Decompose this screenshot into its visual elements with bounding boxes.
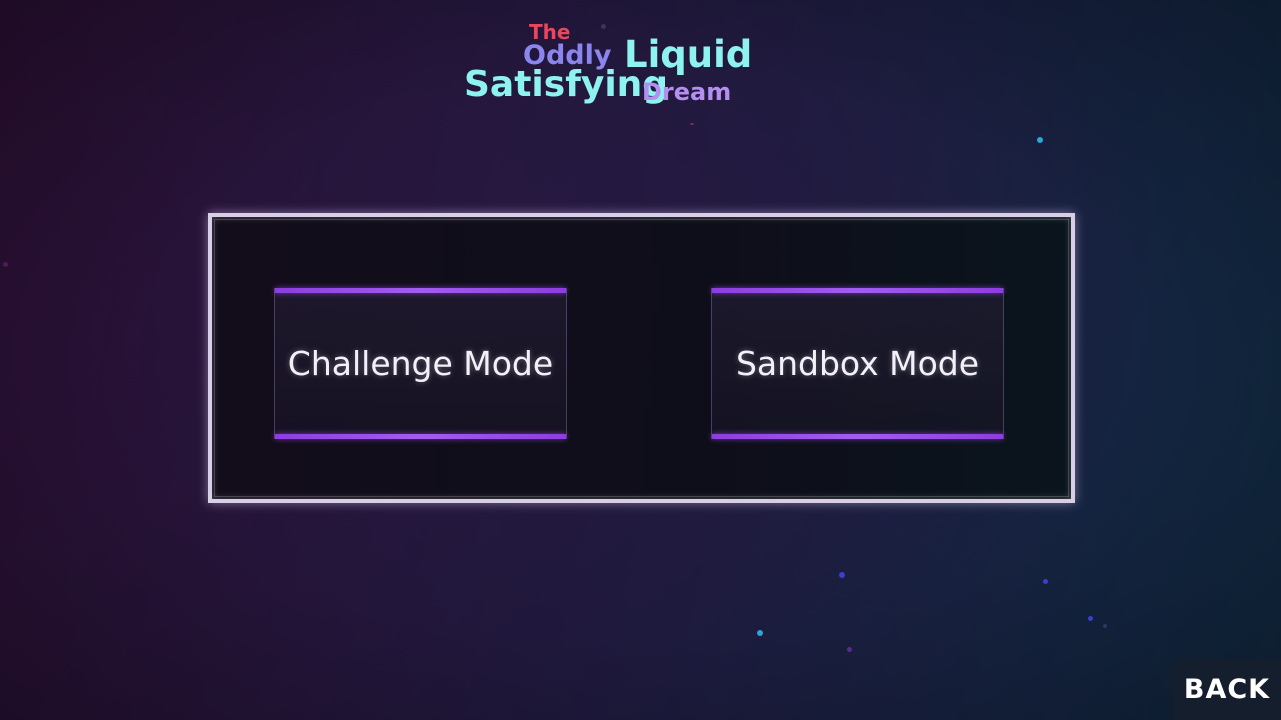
particle	[1043, 579, 1048, 584]
sandbox-mode-label: Sandbox Mode	[735, 344, 980, 383]
title-word-satisfying: Satisfying	[464, 64, 669, 105]
particle	[1088, 616, 1093, 621]
back-label: BACK	[1183, 674, 1271, 705]
title-word-the: The	[529, 20, 571, 44]
button-top-accent	[712, 288, 1003, 293]
back-button[interactable]: BACK	[1173, 659, 1281, 720]
particle	[1037, 137, 1043, 143]
particle	[847, 647, 852, 652]
particle	[1103, 624, 1107, 628]
particle	[839, 572, 845, 578]
sandbox-mode-button[interactable]: Sandbox Mode	[711, 288, 1004, 439]
button-bottom-accent	[712, 434, 1003, 439]
button-top-accent	[275, 288, 566, 293]
title-word-dream: Dream	[642, 78, 732, 106]
game-title-logo: The Oddly Liquid Satisfying Dream	[0, 0, 1281, 130]
button-bottom-accent	[275, 434, 566, 439]
mode-select-panel: Challenge Mode Sandbox Mode	[208, 213, 1075, 503]
particle	[757, 630, 763, 636]
challenge-mode-label: Challenge Mode	[287, 344, 554, 383]
particle	[3, 262, 8, 267]
challenge-mode-button[interactable]: Challenge Mode	[274, 288, 567, 439]
